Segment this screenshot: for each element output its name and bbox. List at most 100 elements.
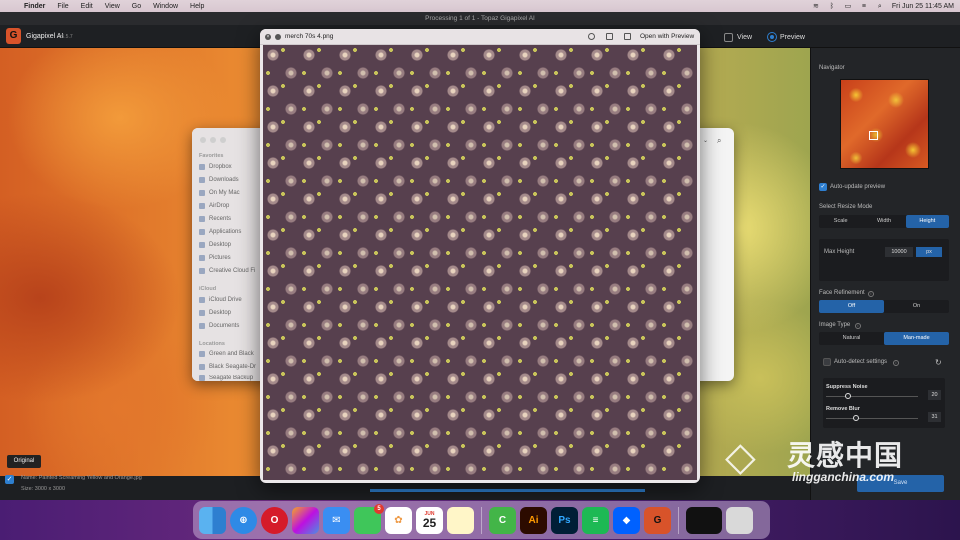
- sidebar-item-applications[interactable]: Applications: [199, 229, 241, 235]
- apple-icon[interactable]: [6, 2, 14, 10]
- menu-go[interactable]: Go: [132, 3, 141, 10]
- remove-blur-value[interactable]: 31: [928, 412, 941, 422]
- sidebar-item-airdrop[interactable]: AirDrop: [199, 203, 229, 209]
- menu-file[interactable]: File: [57, 3, 68, 10]
- suppress-noise-label: Suppress Noise: [826, 384, 868, 390]
- safari-app-icon[interactable]: ⊕: [230, 506, 257, 534]
- share-icon[interactable]: [624, 33, 631, 40]
- auto-update-checkbox[interactable]: ✓: [819, 183, 827, 191]
- sidebar-item-documents[interactable]: Documents: [199, 323, 239, 329]
- dropbox-app-icon[interactable]: ◆: [613, 506, 640, 534]
- launchpad-app-icon[interactable]: [292, 506, 319, 534]
- notes-app-icon[interactable]: [447, 506, 474, 534]
- open-with-preview-button[interactable]: Open with Preview: [640, 33, 694, 40]
- drive-icon: [199, 364, 205, 370]
- sidebar-item-label: Documents: [209, 323, 240, 329]
- fullscreen-icon[interactable]: [275, 34, 281, 40]
- opera-app-icon[interactable]: O: [261, 506, 288, 534]
- illustrator-app-icon[interactable]: Ai: [520, 506, 547, 534]
- suppress-noise-slider[interactable]: [845, 393, 851, 399]
- close-icon[interactable]: [200, 137, 206, 143]
- view-icon: [724, 32, 733, 42]
- info-icon[interactable]: i: [868, 291, 874, 297]
- sidebar-item-dropbox[interactable]: Dropbox: [199, 164, 232, 170]
- sidebar-item-label: On My Mac: [209, 190, 240, 196]
- trash-icon[interactable]: [726, 506, 753, 534]
- battery-icon[interactable]: ▭: [844, 3, 852, 10]
- mail-app-icon[interactable]: ✉: [323, 506, 350, 534]
- preview-button[interactable]: Preview: [768, 30, 812, 44]
- facetime-app-icon[interactable]: C: [489, 506, 516, 534]
- messages-badge: 5: [374, 503, 384, 514]
- sidebar-item-desktop[interactable]: Desktop: [199, 242, 231, 248]
- resize-mode-width[interactable]: Width: [862, 215, 905, 228]
- markup-icon[interactable]: [588, 33, 595, 40]
- suppress-noise-value[interactable]: 20: [928, 390, 941, 400]
- sidebar-item-icloud-drive[interactable]: iCloud Drive: [199, 297, 242, 303]
- drive-icon: [199, 375, 205, 381]
- menu-window[interactable]: Window: [153, 3, 178, 10]
- info-icon[interactable]: i: [855, 323, 861, 329]
- original-badge: Original: [7, 455, 41, 468]
- max-height-input[interactable]: 10000: [885, 247, 913, 257]
- menu-help[interactable]: Help: [190, 3, 204, 10]
- view-button[interactable]: View: [724, 30, 760, 44]
- zoom-icon[interactable]: [220, 137, 226, 143]
- navigator-label: Navigator: [819, 65, 845, 71]
- navigator-viewport-box[interactable]: [869, 131, 878, 140]
- max-height-unit[interactable]: px: [916, 247, 942, 257]
- watermark: ◇ 灵感中国 lingganchina.com: [725, 432, 945, 492]
- image-type-man-made[interactable]: Man-made: [884, 332, 949, 345]
- sidebar-item-icloud-desktop[interactable]: Desktop: [199, 310, 231, 316]
- sidebar-item-creative-cloud[interactable]: Creative Cloud Fi: [199, 268, 255, 274]
- control-center-icon[interactable]: ≡: [860, 3, 868, 10]
- face-refinement-on[interactable]: On: [884, 300, 949, 313]
- rotate-icon[interactable]: [606, 33, 613, 40]
- gigapixel-app-icon[interactable]: G: [644, 506, 671, 534]
- sidebar-item-recents[interactable]: Recents: [199, 216, 231, 222]
- sidebar-item-green-and-black[interactable]: Green and Black: [199, 351, 254, 357]
- resize-mode-height[interactable]: Height: [905, 215, 949, 228]
- resize-mode-scale[interactable]: Scale: [819, 215, 862, 228]
- photos-app-icon[interactable]: ✿: [385, 506, 412, 534]
- navigator-thumbnail[interactable]: [840, 79, 929, 169]
- menu-finder[interactable]: Finder: [24, 3, 45, 10]
- image-type-natural[interactable]: Natural: [819, 332, 884, 345]
- remove-blur-slider[interactable]: [853, 415, 859, 421]
- sidebar-item-downloads[interactable]: Downloads: [199, 177, 239, 183]
- sidebar-item-pictures[interactable]: Pictures: [199, 255, 231, 261]
- remove-blur-track[interactable]: [826, 418, 918, 419]
- sidebar-item-label: Desktop: [209, 310, 232, 316]
- folder-icon: [199, 190, 205, 196]
- app-version: v5.5.7: [59, 34, 73, 40]
- menubar-clock[interactable]: Fri Jun 25 11:45 AM: [892, 3, 954, 10]
- search-icon[interactable]: ⌕: [717, 136, 721, 146]
- photoshop-app-icon[interactable]: Ps: [551, 506, 578, 534]
- search-icon[interactable]: ⌕: [876, 3, 884, 10]
- wifi-icon[interactable]: ≋: [812, 3, 820, 10]
- info-icon[interactable]: i: [893, 360, 899, 366]
- chevron-down-icon[interactable]: ⌄: [703, 137, 708, 144]
- finder-app-icon[interactable]: [199, 506, 226, 534]
- auto-detect-label: Auto-detect settings: [834, 359, 888, 365]
- bluetooth-icon[interactable]: ᛒ: [828, 3, 836, 10]
- sidebar-item-black-seagate[interactable]: Black Seagate-Dr: [199, 364, 256, 370]
- calendar-day: 25: [422, 516, 437, 530]
- menu-view[interactable]: View: [105, 3, 120, 10]
- face-refinement-off[interactable]: Off: [819, 300, 884, 313]
- minimized-window-icon[interactable]: [686, 506, 722, 534]
- calendar-app-icon[interactable]: JUN 25: [416, 506, 443, 534]
- auto-detect-checkbox[interactable]: [823, 358, 831, 366]
- suppress-noise-track[interactable]: [826, 396, 918, 397]
- menu-edit[interactable]: Edit: [81, 3, 93, 10]
- messages-app-icon[interactable]: 5: [354, 503, 384, 534]
- image-select-checkbox[interactable]: ✓: [5, 475, 14, 484]
- close-icon[interactable]: ×: [265, 34, 271, 40]
- quick-look-title: merch 70s 4.png: [285, 33, 334, 40]
- minimize-icon[interactable]: [210, 137, 216, 143]
- refresh-icon[interactable]: ↻: [935, 358, 942, 367]
- sidebar-item-on-my-mac[interactable]: On My Mac: [199, 190, 240, 196]
- sidebar-item-seagate-backup[interactable]: Seagate Backup: [199, 375, 253, 381]
- spotify-app-icon[interactable]: ≡: [582, 506, 609, 534]
- resize-mode-label: Select Resize Mode: [819, 204, 873, 210]
